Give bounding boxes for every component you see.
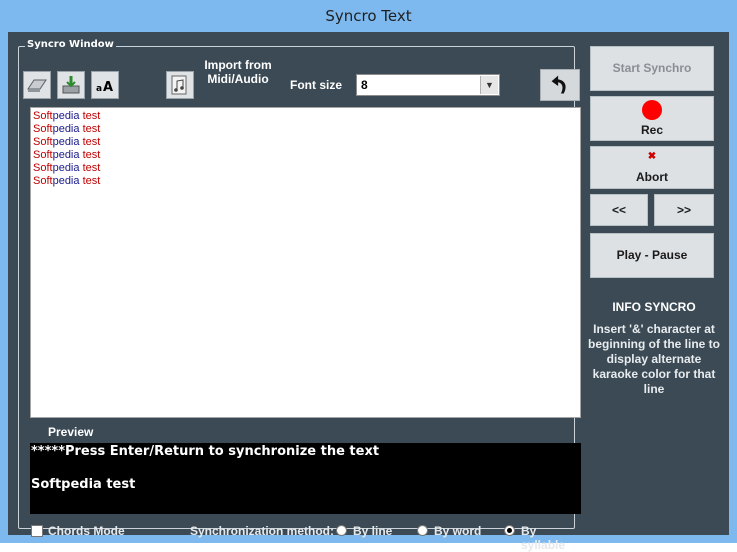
by-word-label[interactable]: By word: [434, 524, 481, 538]
editor-line: Softpedia test: [33, 110, 578, 123]
import-midi-audio-button[interactable]: [166, 71, 194, 99]
start-syncro-button[interactable]: Start Synchro: [590, 46, 714, 91]
syllable-text: pedia: [52, 136, 83, 148]
info-syncro-text: Insert '&' character at beginning of the…: [588, 322, 720, 396]
abort-x-icon: ✖: [647, 151, 657, 162]
import-label-line2: Midi/Audio: [207, 72, 269, 86]
syllable-text: test: [82, 123, 101, 135]
syllable-text: Soft: [33, 175, 53, 187]
preview-line-2: Softpedia test: [31, 477, 136, 492]
syllable-text: Soft: [33, 136, 53, 148]
group-legend: Syncro Window: [25, 39, 116, 50]
by-word-radio[interactable]: [417, 525, 428, 536]
window-title: Syncro Text: [325, 7, 412, 25]
next-button[interactable]: >>: [654, 194, 714, 226]
by-line-label[interactable]: By line: [353, 524, 392, 538]
font-size-select[interactable]: 8 ▼: [356, 74, 500, 96]
svg-text:A: A: [103, 80, 113, 95]
open-file-button[interactable]: [23, 71, 51, 99]
client-area: Syncro Window a A Import from Midi/Audio…: [8, 32, 729, 552]
syllable-text: Soft: [33, 110, 53, 122]
import-label: Import from Midi/Audio: [201, 58, 275, 86]
syncro-window-group: Syncro Window a A Import from Midi/Audio…: [18, 39, 581, 552]
by-syllable-radio[interactable]: [504, 525, 515, 536]
sync-method-label: Synchronization method:: [190, 524, 334, 538]
syllable-text: Soft: [33, 149, 53, 161]
syllable-text: pedia: [52, 162, 83, 174]
undo-icon: [551, 75, 566, 94]
rec-label: Rec: [640, 123, 663, 137]
chords-mode-checkbox[interactable]: [31, 525, 43, 537]
rec-button[interactable]: Rec: [590, 96, 714, 141]
font-button[interactable]: a A: [91, 71, 119, 99]
syllable-text: test: [82, 175, 101, 187]
font-size-label: Font size: [290, 78, 343, 92]
previous-label: <<: [611, 203, 626, 217]
record-icon: [642, 100, 662, 120]
previous-button[interactable]: <<: [590, 194, 648, 226]
editor-line: Softpedia test: [33, 149, 578, 162]
abort-label: Abort: [636, 170, 668, 184]
play-pause-label: Play - Pause: [616, 248, 688, 262]
lyrics-editor[interactable]: Softpedia test Softpedia test Softpedia …: [30, 107, 581, 418]
play-pause-button[interactable]: Play - Pause: [590, 233, 714, 278]
by-syllable-label[interactable]: By syllable: [521, 524, 574, 552]
music-import-icon: [171, 75, 187, 95]
editor-line: Softpedia test: [33, 175, 578, 188]
save-file-button[interactable]: [57, 71, 85, 99]
syllable-text: Soft: [33, 162, 53, 174]
start-syncro-label: Start Synchro: [612, 61, 692, 75]
abort-button[interactable]: ✖ Abort: [590, 146, 714, 189]
syllable-text: pedia: [52, 149, 83, 161]
open-file-icon: [27, 79, 47, 92]
chords-mode-label[interactable]: Chords Mode: [48, 524, 125, 538]
syllable-text: test: [82, 110, 101, 122]
info-syncro-title: INFO SYNCRO: [612, 300, 696, 314]
undo-button[interactable]: [540, 69, 580, 101]
app-window: Syncro Text Syncro Window a A Import fro…: [0, 0, 737, 552]
syllable-text: test: [82, 136, 101, 148]
editor-line: Softpedia test: [33, 123, 578, 136]
chevron-down-icon[interactable]: ▼: [480, 76, 498, 94]
editor-line: Softpedia test: [33, 136, 578, 149]
syllable-text: test: [82, 162, 101, 174]
import-label-line1: Import from: [204, 58, 272, 72]
syllable-text: pedia: [52, 123, 83, 135]
svg-text:a: a: [96, 84, 102, 94]
syllable-text: pedia: [52, 110, 83, 122]
by-line-radio[interactable]: [336, 525, 347, 536]
editor-line: Softpedia test: [33, 162, 578, 175]
font-icon: a A: [96, 80, 113, 95]
font-size-value: 8: [361, 78, 368, 92]
syllable-text: pedia: [52, 175, 83, 187]
next-label: >>: [676, 203, 691, 217]
preview-panel: *****Press Enter/Return to synchronize t…: [30, 443, 581, 514]
syllable-text: Soft: [33, 123, 53, 135]
preview-label: Preview: [48, 425, 94, 439]
save-icon: [62, 76, 80, 94]
preview-line-1: *****Press Enter/Return to synchronize t…: [31, 444, 380, 459]
syllable-text: test: [82, 149, 101, 161]
